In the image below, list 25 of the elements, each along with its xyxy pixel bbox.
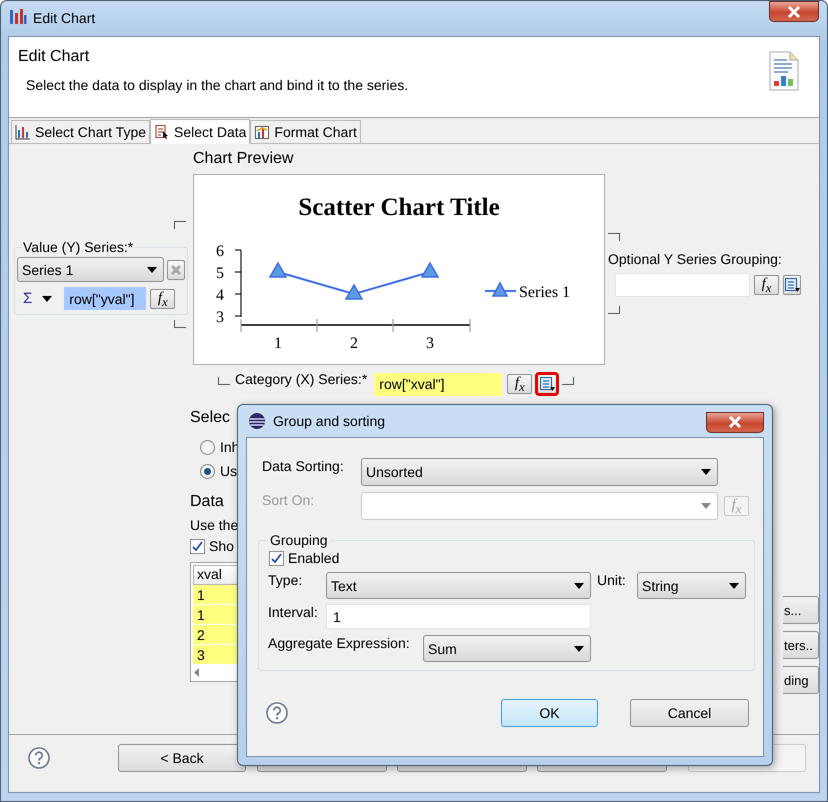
axis-tick-label: 2	[350, 335, 358, 352]
axis-tick-label: 3	[426, 335, 434, 352]
section-heading: Data	[190, 493, 224, 511]
field-label: Unit:	[597, 572, 627, 588]
axis-tick-label: 1	[274, 335, 282, 352]
field-label: Type:	[268, 572, 304, 588]
page-title: Edit Chart	[18, 47, 90, 67]
axis-tick-label: 5	[216, 265, 224, 282]
group-label: Grouping	[269, 532, 329, 548]
axis-tick-label: 6	[216, 243, 224, 260]
legend-label: Series 1	[519, 284, 570, 301]
field-label: Optional Y Series Grouping:	[608, 251, 782, 267]
window-title: Edit Chart	[33, 9, 96, 28]
field-label: Category (X) Series:*	[235, 371, 368, 387]
field-label: Data Sorting:	[262, 458, 345, 474]
axis-tick-label: 4	[216, 287, 224, 304]
section-heading: Chart Preview	[193, 150, 294, 168]
axis-tick-label: 3	[216, 309, 224, 326]
group-label: Value (Y) Series:*	[22, 239, 134, 255]
chart-title: Scatter Chart Title	[298, 194, 500, 221]
page-description: Select the data to display in the chart and bind it to the series.	[26, 77, 410, 93]
section-heading: Selec	[190, 409, 230, 427]
hint-text: Use the	[190, 517, 238, 533]
field-label: Sort On:	[262, 492, 316, 508]
dialog-title: Group and sorting	[273, 412, 386, 431]
